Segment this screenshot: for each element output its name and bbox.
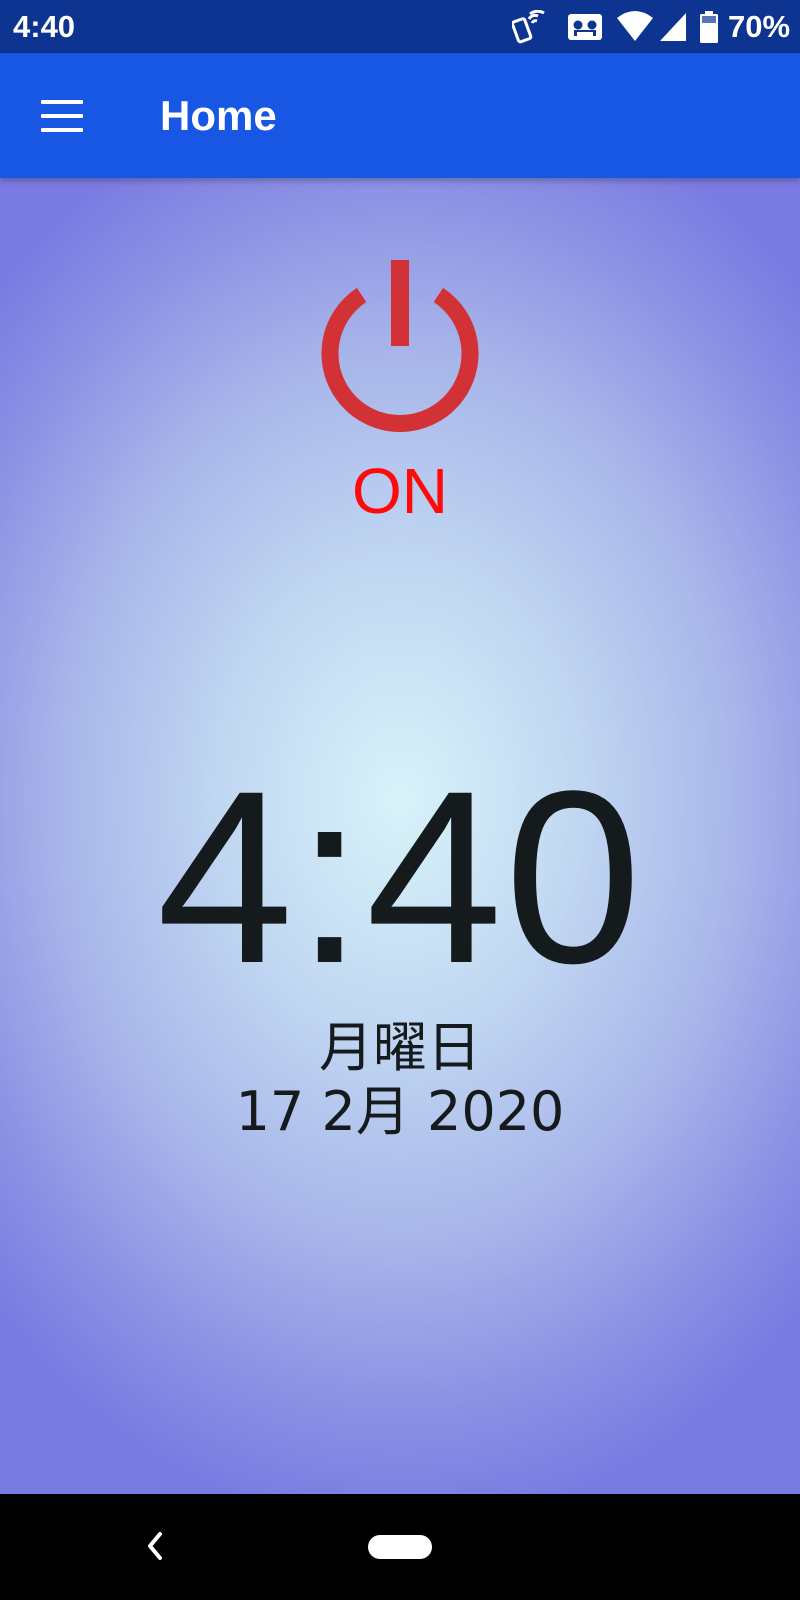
power-status-label: ON (352, 455, 448, 527)
hamburger-menu-icon (41, 100, 83, 104)
app-bar: Home (0, 53, 800, 178)
menu-button[interactable] (30, 85, 92, 147)
clock-day: 月曜日 (319, 1016, 481, 1079)
nfc-phone-icon (512, 10, 545, 44)
navigation-bar (0, 1494, 800, 1600)
hamburger-menu-icon-line (41, 114, 83, 118)
phone-screen: 4:40 70% Home ON 4:40 月曜日 17 2月 2020 (0, 0, 800, 1600)
hamburger-menu-icon-line (41, 128, 83, 132)
home-pill-icon[interactable] (368, 1535, 432, 1559)
battery-percentage: 70% (728, 9, 791, 44)
status-time: 4:40 (13, 9, 76, 44)
main-content: ON 4:40 月曜日 17 2月 2020 (0, 178, 800, 1494)
back-icon (148, 1532, 162, 1560)
page-title: Home (160, 92, 277, 139)
back-button[interactable] (130, 1518, 178, 1574)
cell-signal-icon (660, 13, 686, 41)
wifi-icon (617, 11, 653, 41)
power-toggle-button[interactable] (314, 260, 486, 433)
voicemail-icon (568, 14, 602, 40)
power-icon (321, 260, 479, 433)
clock-time: 4:40 (156, 740, 644, 1015)
status-bar: 4:40 70% (0, 0, 800, 53)
battery-icon (700, 11, 718, 43)
clock-date: 17 2月 2020 (235, 1080, 565, 1143)
